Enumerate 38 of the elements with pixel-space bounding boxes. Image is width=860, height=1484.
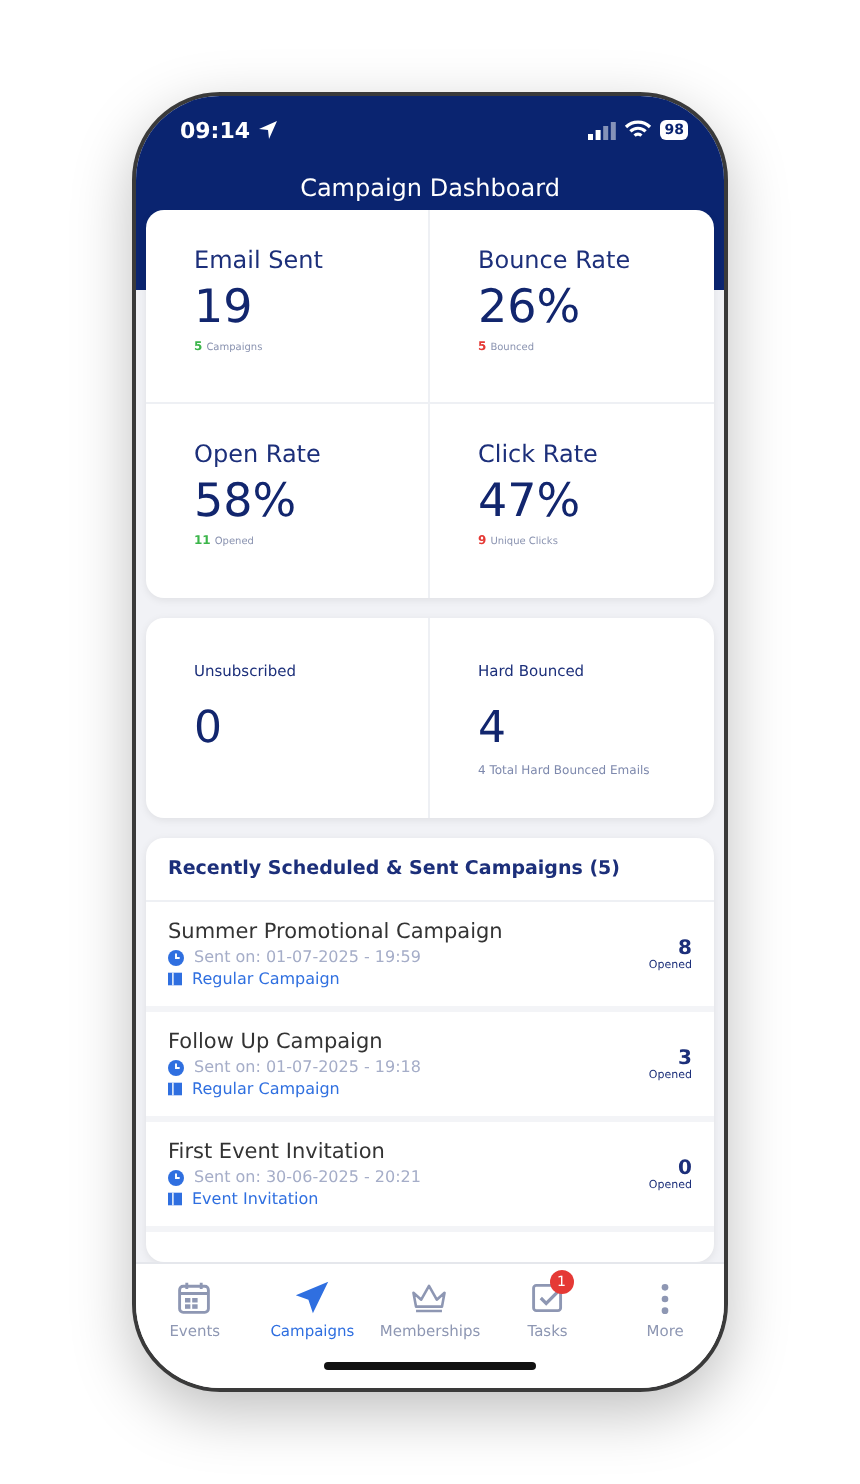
wifi-icon bbox=[624, 120, 653, 140]
signal-icon bbox=[588, 121, 617, 139]
stat-label: Open Rate bbox=[194, 440, 323, 468]
total-value: 4 bbox=[478, 704, 508, 754]
stat-value: 58% bbox=[194, 476, 299, 528]
location-arrow-icon bbox=[258, 120, 279, 140]
total-value: 0 bbox=[194, 704, 224, 754]
campaign-name: Summer Promotional Campaign bbox=[168, 920, 505, 944]
status-time: 09:14 bbox=[180, 117, 251, 143]
book-icon bbox=[168, 1082, 182, 1096]
campaign-type: Regular Campaign bbox=[192, 970, 340, 988]
stat-label: Click Rate bbox=[478, 440, 600, 468]
campaign-type: Event Invitation bbox=[192, 1190, 319, 1208]
campaign-name: First Event Invitation bbox=[168, 1140, 387, 1164]
opened-count: 0 bbox=[678, 1157, 692, 1179]
campaigns-heading: Recently Scheduled & Sent Campaigns (5) bbox=[146, 838, 714, 902]
calendar-icon bbox=[176, 1280, 213, 1316]
screen-title: Campaign Dashboard bbox=[298, 172, 562, 202]
sent-date: Sent on: 01-07-2025 - 19:18 bbox=[194, 1058, 421, 1076]
sent-date: Sent on: 30-06-2025 - 20:21 bbox=[194, 1168, 421, 1186]
paper-plane-icon bbox=[294, 1280, 331, 1316]
stat-value: 47% bbox=[478, 476, 583, 528]
book-icon bbox=[168, 972, 182, 986]
opened-count: 3 bbox=[678, 1047, 692, 1069]
campaign-type: Regular Campaign bbox=[192, 1080, 340, 1098]
clock-icon bbox=[168, 949, 184, 965]
clock-icon bbox=[168, 1059, 184, 1075]
opened-count: 8 bbox=[678, 937, 692, 959]
more-icon bbox=[660, 1281, 671, 1315]
clock-icon bbox=[168, 1169, 184, 1185]
stat-value: 26% bbox=[478, 282, 583, 334]
stat-value: 19 bbox=[194, 282, 255, 334]
crown-icon bbox=[410, 1280, 449, 1316]
book-icon bbox=[168, 1192, 182, 1206]
stat-label: Email Sent bbox=[194, 246, 325, 274]
sent-date: Sent on: 01-07-2025 - 19:59 bbox=[194, 948, 421, 966]
campaign-name: Follow Up Campaign bbox=[168, 1030, 385, 1054]
stat-label: Bounce Rate bbox=[478, 246, 633, 274]
